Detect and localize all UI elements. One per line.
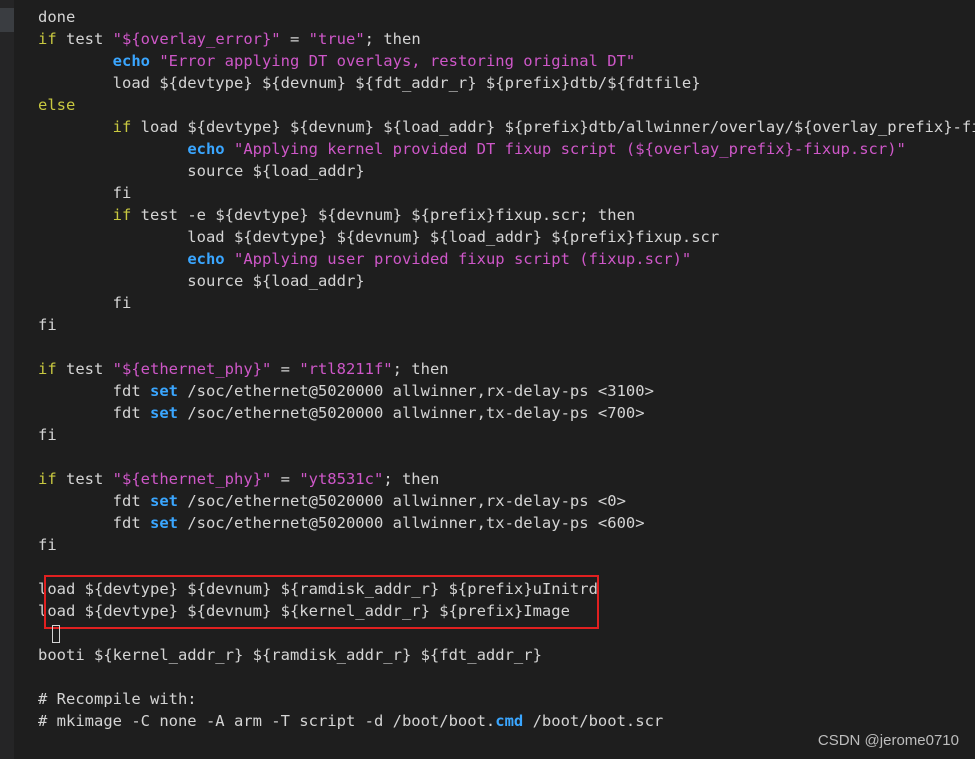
- code-token: /boot/boot.scr: [523, 712, 664, 730]
- code-token: fdt: [38, 514, 150, 532]
- code-token: "rtl8211f": [299, 360, 393, 378]
- code-token: fi: [38, 426, 57, 444]
- code-line[interactable]: load ${devtype} ${devnum} ${fdt_addr_r} …: [38, 72, 975, 94]
- code-token: done: [38, 8, 76, 26]
- code-line[interactable]: echo "Applying kernel provided DT fixup …: [38, 138, 975, 160]
- code-line[interactable]: echo "Applying user provided fixup scrip…: [38, 248, 975, 270]
- code-line[interactable]: fi: [38, 292, 975, 314]
- code-token: if: [38, 30, 57, 48]
- code-line[interactable]: # mkimage -C none -A arm -T script -d /b…: [38, 710, 975, 732]
- code-line[interactable]: if test "${ethernet_phy}" = "rtl8211f"; …: [38, 358, 975, 380]
- code-line[interactable]: fdt set /soc/ethernet@5020000 allwinner,…: [38, 490, 975, 512]
- code-token: "yt8531c": [299, 470, 384, 488]
- code-token: test: [56, 470, 113, 488]
- code-token: load ${devtype} ${devnum} ${load_addr} $…: [38, 228, 720, 246]
- code-token: # Recompile with:: [38, 690, 197, 708]
- code-line[interactable]: if load ${devtype} ${devnum} ${load_addr…: [38, 116, 975, 138]
- code-token: =: [280, 30, 309, 48]
- code-line[interactable]: fi: [38, 182, 975, 204]
- code-line[interactable]: fdt set /soc/ethernet@5020000 allwinner,…: [38, 512, 975, 534]
- code-token: ; then: [392, 360, 449, 378]
- code-token: =: [271, 360, 300, 378]
- code-line[interactable]: done: [38, 6, 975, 28]
- code-token: test -e ${devtype} ${devnum} ${prefix}fi…: [131, 206, 636, 224]
- code-token: booti ${kernel_addr_r} ${ramdisk_addr_r}…: [38, 646, 542, 664]
- code-line[interactable]: [38, 336, 975, 358]
- code-line[interactable]: source ${load_addr}: [38, 270, 975, 292]
- code-token: source ${load_addr}: [38, 272, 365, 290]
- code-token: source ${load_addr}: [38, 162, 365, 180]
- code-token: if: [38, 360, 57, 378]
- code-token: "${overlay_error}": [112, 30, 281, 48]
- code-line[interactable]: fdt set /soc/ethernet@5020000 allwinner,…: [38, 380, 975, 402]
- left-gutter-strip: [0, 0, 15, 759]
- code-token: ; then: [383, 470, 440, 488]
- code-line[interactable]: fdt set /soc/ethernet@5020000 allwinner,…: [38, 402, 975, 424]
- code-line[interactable]: booti ${kernel_addr_r} ${ramdisk_addr_r}…: [38, 644, 975, 666]
- gutter-marker: [0, 8, 14, 32]
- code-token: set: [149, 404, 178, 422]
- watermark: CSDN @jerome0710: [817, 732, 959, 749]
- code-token: echo: [187, 250, 225, 268]
- code-token: "Applying user provided fixup script (fi…: [233, 250, 692, 268]
- code-line[interactable]: fi: [38, 314, 975, 336]
- code-line[interactable]: [38, 666, 975, 688]
- code-token: fdt: [38, 404, 150, 422]
- code-token: fdt: [38, 382, 150, 400]
- text-cursor: [52, 625, 60, 643]
- code-token: =: [271, 470, 300, 488]
- code-token: set: [149, 514, 178, 532]
- code-token: if: [112, 118, 132, 136]
- code-editor[interactable]: done if test "${overlay_error}" = "true";…: [14, 0, 975, 759]
- code-line[interactable]: [38, 446, 975, 468]
- code-line[interactable]: fi: [38, 534, 975, 556]
- code-token: "true": [308, 30, 365, 48]
- code-token: fi: [38, 294, 132, 312]
- code-token: ; then: [364, 30, 421, 48]
- code-line[interactable]: fi: [38, 424, 975, 446]
- code-token: # mkimage -C none -A arm -T script -d /b…: [38, 712, 496, 730]
- code-token: load ${devtype} ${devnum} ${fdt_addr_r} …: [38, 74, 701, 92]
- code-token: if: [38, 470, 57, 488]
- code-token: test: [56, 360, 113, 378]
- code-token: load ${devtype} ${devnum} ${load_addr} $…: [131, 118, 975, 136]
- code-line[interactable]: if test "${ethernet_phy}" = "yt8531c"; t…: [38, 468, 975, 490]
- code-token: /soc/ethernet@5020000 allwinner,tx-delay…: [177, 404, 645, 422]
- code-token: if: [112, 206, 132, 224]
- code-token: else: [38, 96, 76, 114]
- code-token: fi: [38, 536, 57, 554]
- code-line[interactable]: # Recompile with:: [38, 688, 975, 710]
- code-line[interactable]: if test -e ${devtype} ${devnum} ${prefix…: [38, 204, 975, 226]
- code-line[interactable]: echo "Error applying DT overlays, restor…: [38, 50, 975, 72]
- code-token: "Error applying DT overlays, restoring o…: [159, 52, 636, 70]
- code-token: set: [149, 492, 178, 510]
- code-token: cmd: [495, 712, 524, 730]
- code-token: set: [149, 382, 178, 400]
- code-token: "${ethernet_phy}": [112, 470, 272, 488]
- code-line[interactable]: source ${load_addr}: [38, 160, 975, 182]
- code-token: test: [56, 30, 113, 48]
- code-line[interactable]: else: [38, 94, 975, 116]
- code-token: fi: [38, 184, 132, 202]
- code-token: /soc/ethernet@5020000 allwinner,rx-delay…: [177, 492, 626, 510]
- code-token: fdt: [38, 492, 150, 510]
- code-token: echo: [112, 52, 150, 70]
- code-token: /soc/ethernet@5020000 allwinner,tx-delay…: [177, 514, 645, 532]
- code-token: echo: [187, 140, 225, 158]
- code-line[interactable]: if test "${overlay_error}" = "true"; the…: [38, 28, 975, 50]
- code-token: fi: [38, 316, 57, 334]
- code-token: /soc/ethernet@5020000 allwinner,rx-delay…: [177, 382, 654, 400]
- highlight-box: [44, 575, 599, 629]
- code-line[interactable]: load ${devtype} ${devnum} ${load_addr} $…: [38, 226, 975, 248]
- code-token: "Applying kernel provided DT fixup scrip…: [233, 140, 906, 158]
- code-token: "${ethernet_phy}": [112, 360, 272, 378]
